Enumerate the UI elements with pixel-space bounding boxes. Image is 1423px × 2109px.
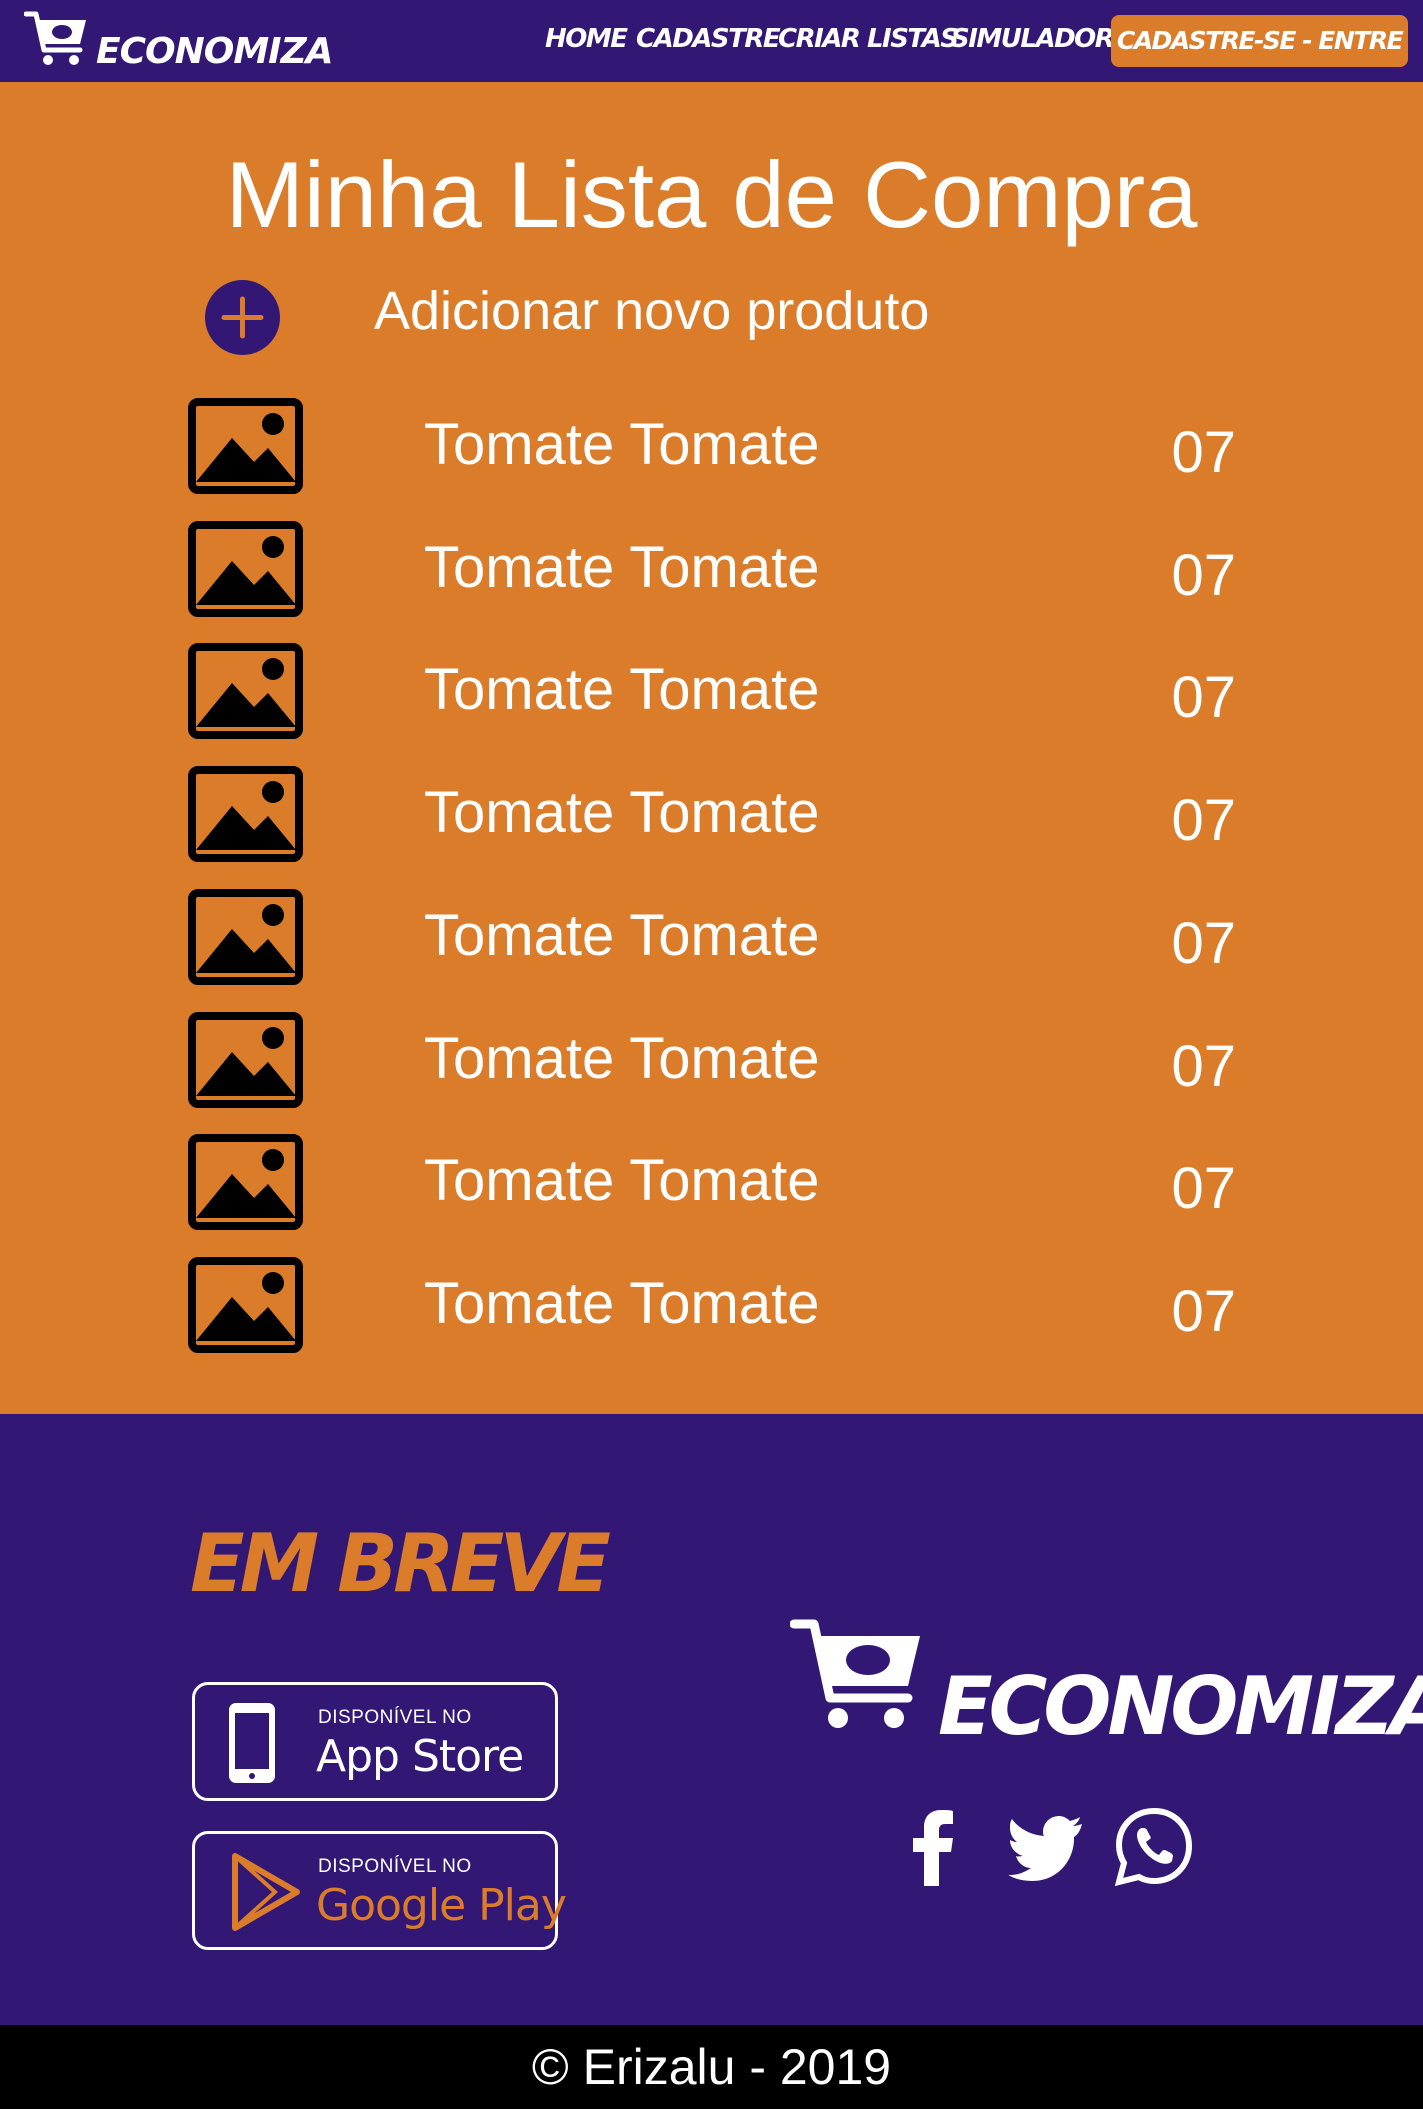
brand-name: ECONOMIZA xyxy=(96,31,334,72)
footer: EM BREVE DISPONÍVEL NO App Store DISPONÍ… xyxy=(0,1414,1423,2025)
plus-icon xyxy=(221,296,264,339)
facebook-icon[interactable] xyxy=(893,1806,975,1888)
item-name: Tomate Tomate xyxy=(424,535,820,600)
list-item[interactable]: Tomate Tomate 07 xyxy=(188,521,1236,617)
list-item[interactable]: Tomate Tomate 07 xyxy=(188,643,1236,739)
nav-cadastre[interactable]: CADASTRE xyxy=(636,24,781,54)
list-item[interactable]: Tomate Tomate 07 xyxy=(188,1257,1236,1353)
signup-login-button[interactable]: CADASTRE-SE - ENTRE xyxy=(1111,15,1408,67)
app-store-button[interactable]: DISPONÍVEL NO App Store xyxy=(192,1682,558,1801)
item-name: Tomate Tomate xyxy=(424,780,820,845)
coming-soon-heading: EM BREVE xyxy=(190,1517,611,1610)
smartphone-icon xyxy=(229,1703,275,1783)
copyright: © Erizalu - 2019 xyxy=(0,2025,1423,2109)
google-play-icon xyxy=(232,1853,300,1931)
image-placeholder-icon xyxy=(188,398,303,494)
item-name: Tomate Tomate xyxy=(424,412,820,477)
item-quantity: 07 xyxy=(1171,420,1236,485)
image-placeholder-icon xyxy=(188,521,303,617)
image-placeholder-icon xyxy=(188,1134,303,1230)
list-item[interactable]: Tomate Tomate 07 xyxy=(188,1012,1236,1108)
footer-brand-logo: ECONOMIZA xyxy=(790,1614,1423,1754)
item-quantity: 07 xyxy=(1171,788,1236,853)
list-item[interactable]: Tomate Tomate 07 xyxy=(188,766,1236,862)
item-quantity: 07 xyxy=(1171,911,1236,976)
image-placeholder-icon xyxy=(188,643,303,739)
cart-icon xyxy=(790,1619,920,1728)
item-name: Tomate Tomate xyxy=(424,1271,820,1336)
nav-home[interactable]: HOME xyxy=(545,24,628,54)
item-quantity: 07 xyxy=(1171,543,1236,608)
google-play-label: Google Play xyxy=(316,1880,567,1931)
page-title: Minha Lista de Compra xyxy=(225,142,1198,247)
list-item[interactable]: Tomate Tomate 07 xyxy=(188,889,1236,985)
google-play-button[interactable]: DISPONÍVEL NO Google Play xyxy=(192,1831,567,1950)
item-quantity: 07 xyxy=(1171,1279,1236,1344)
whatsapp-icon[interactable] xyxy=(1113,1806,1195,1888)
item-quantity: 07 xyxy=(1171,1156,1236,1221)
item-name: Tomate Tomate xyxy=(424,657,820,722)
cart-icon xyxy=(24,11,86,65)
brand-logo[interactable]: ECONOMIZA xyxy=(24,8,334,74)
item-name: Tomate Tomate xyxy=(424,903,820,968)
app-store-caption: DISPONÍVEL NO xyxy=(318,1707,472,1728)
image-placeholder-icon xyxy=(188,889,303,985)
add-product-row: Adicionar novo produto xyxy=(205,280,1105,355)
image-placeholder-icon xyxy=(188,1257,303,1353)
list-item[interactable]: Tomate Tomate 07 xyxy=(188,1134,1236,1230)
item-name: Tomate Tomate xyxy=(424,1148,820,1213)
image-placeholder-icon xyxy=(188,1012,303,1108)
item-quantity: 07 xyxy=(1171,1034,1236,1099)
add-product-button[interactable] xyxy=(205,280,280,355)
item-name: Tomate Tomate xyxy=(424,1026,820,1091)
nav-simulador[interactable]: SIMULADOR xyxy=(951,24,1115,54)
item-quantity: 07 xyxy=(1171,665,1236,730)
add-product-label[interactable]: Adicionar novo produto xyxy=(374,280,929,342)
image-placeholder-icon xyxy=(188,766,303,862)
twitter-icon[interactable] xyxy=(1004,1806,1086,1888)
list-item[interactable]: Tomate Tomate 07 xyxy=(188,398,1236,494)
footer-brand-name: ECONOMIZA xyxy=(938,1660,1423,1753)
app-store-label: App Store xyxy=(316,1731,524,1782)
nav-criar-listas[interactable]: CRIAR LISTAS xyxy=(778,24,959,54)
google-play-caption: DISPONÍVEL NO xyxy=(318,1856,472,1877)
navbar: ECONOMIZA HOME CADASTRE CRIAR LISTAS SIM… xyxy=(0,0,1423,82)
